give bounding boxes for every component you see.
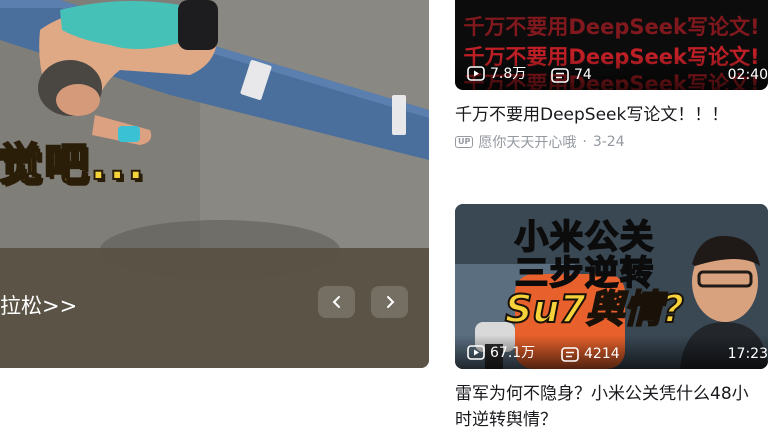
danmaku-count: 74	[551, 67, 592, 83]
meta-separator: ·	[582, 134, 587, 150]
carousel-prev-button[interactable]	[318, 286, 355, 318]
danmaku-icon	[551, 67, 569, 83]
danmaku-count-value: 74	[574, 67, 592, 83]
video-title[interactable]: 千万不要用DeepSeek写论文！！！	[455, 102, 755, 128]
banner-overlay-headline: 觉吧...	[0, 138, 147, 191]
video-duration: 17:23	[727, 346, 768, 362]
danmaku-count-value: 4214	[584, 346, 620, 362]
thumbnail-text: 千万不要用DeepSeek写论文!	[463, 15, 760, 39]
danmaku-count: 4214	[561, 346, 620, 362]
view-count: 67.1万	[467, 342, 535, 362]
video-title[interactable]: 雷军为何不隐身？小米公关凭什么48小时逆转舆情？	[455, 381, 755, 433]
chevron-left-icon	[332, 296, 340, 308]
thumbnail-headline-3: Su7舆情?	[504, 286, 685, 332]
video-duration: 02:40	[727, 67, 768, 83]
chevron-right-icon	[386, 296, 394, 308]
carousel-next-button[interactable]	[371, 286, 408, 318]
video-thumbnail[interactable]: 千万不要用DeepSeek写论文! 千万不要用DeepSeek写论文! 千万不要…	[455, 0, 768, 90]
video-card[interactable]: 千万不要用DeepSeek写论文! 千万不要用DeepSeek写论文! 千万不要…	[455, 0, 768, 152]
danmaku-icon	[561, 346, 579, 362]
banner-carousel[interactable]: 觉吧... 拉松>>	[0, 0, 429, 368]
view-count: 7.8万	[467, 63, 526, 83]
video-thumbnail[interactable]: 小米公关 三步逆转 Su7舆情? 67.1万 4214 17:23	[455, 204, 768, 369]
author-name[interactable]: 愿你天天开心哦	[478, 132, 576, 152]
play-count-icon	[467, 65, 485, 81]
video-meta[interactable]: UP 愿你天天开心哦 · 3-24	[455, 132, 768, 152]
banner-title[interactable]: 拉松>>	[0, 290, 77, 320]
view-count-value: 67.1万	[490, 345, 536, 361]
video-card[interactable]: 小米公关 三步逆转 Su7舆情? 67.1万 4214 17:23 雷军为何不隐…	[455, 204, 768, 433]
view-count-value: 7.8万	[490, 66, 527, 82]
up-badge-icon: UP	[455, 136, 474, 148]
play-count-icon	[467, 344, 485, 360]
publish-date: 3-24	[592, 134, 625, 150]
